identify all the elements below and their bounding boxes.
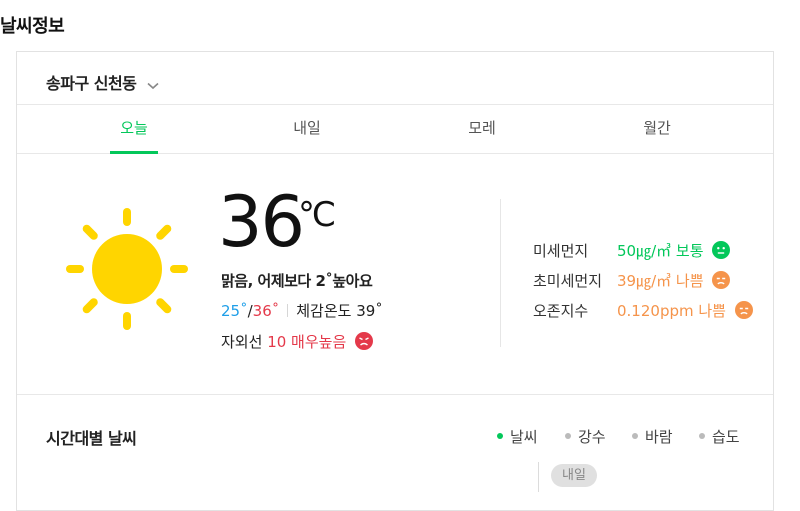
dot-icon bbox=[497, 433, 503, 439]
neutral-face-icon bbox=[712, 241, 731, 259]
tab-tomorrow[interactable]: 내일 bbox=[283, 105, 331, 153]
ozone-row: 오존지수 0.120ppm 나쁨 bbox=[533, 300, 753, 321]
day-tabs: 오늘 내일 모레 월간 bbox=[17, 104, 773, 154]
min-max-temperature: 25˚/36˚ 체감온도 39˚ bbox=[221, 300, 383, 321]
ozone-value-text: 0.120ppm 나쁨 bbox=[617, 302, 726, 320]
legend-humidity-label: 습도 bbox=[712, 428, 740, 446]
hourly-weather-title: 시간대별 날씨 bbox=[46, 429, 137, 448]
chevron-down-icon bbox=[147, 75, 160, 94]
uv-label: 자외선 bbox=[221, 333, 263, 351]
section-title: 날씨정보 bbox=[0, 16, 65, 37]
dot-icon bbox=[699, 433, 705, 439]
timeline-divider bbox=[538, 462, 539, 492]
dot-icon bbox=[632, 433, 638, 439]
tab-today[interactable]: 오늘 bbox=[110, 105, 158, 154]
legend-precipitation-label: 강수 bbox=[578, 428, 606, 446]
legend-wind[interactable]: 바람 bbox=[632, 426, 673, 447]
location-name: 송파구 신천동 bbox=[46, 74, 137, 93]
bad-face-icon bbox=[734, 301, 753, 319]
legend-weather-label: 날씨 bbox=[510, 428, 538, 446]
current-temperature: 36 bbox=[218, 181, 305, 263]
weather-description: 맑음, 어제보다 2˚높아요 bbox=[221, 272, 373, 290]
max-temperature: 36˚ bbox=[252, 302, 280, 320]
uv-index: 자외선 10 매우높음 bbox=[221, 331, 374, 352]
ultra-fine-dust-value: 39㎍/㎥ 나쁨 bbox=[617, 270, 731, 291]
location-selector[interactable]: 송파구 신천동 bbox=[46, 70, 160, 94]
ozone-label: 오존지수 bbox=[533, 302, 589, 320]
dot-icon bbox=[565, 433, 571, 439]
legend-wind-label: 바람 bbox=[645, 428, 673, 446]
uv-value: 10 매우높음 bbox=[267, 333, 347, 351]
legend-weather[interactable]: 날씨 bbox=[497, 426, 538, 447]
sun-icon bbox=[66, 208, 188, 330]
section-divider bbox=[500, 199, 501, 347]
ultra-fine-dust-value-text: 39㎍/㎥ 나쁨 bbox=[617, 272, 704, 290]
bad-face-icon bbox=[712, 271, 731, 289]
legend-precipitation[interactable]: 강수 bbox=[565, 426, 606, 447]
fine-dust-value-text: 50㎍/㎥ 보통 bbox=[617, 242, 704, 260]
tomorrow-badge: 내일 bbox=[551, 464, 597, 487]
fine-dust-value: 50㎍/㎥ 보통 bbox=[617, 240, 731, 261]
legend-humidity[interactable]: 습도 bbox=[699, 426, 740, 447]
min-temperature: 25˚ bbox=[221, 302, 248, 320]
ultra-fine-dust-label: 초미세먼지 bbox=[533, 272, 603, 290]
fine-dust-label: 미세먼지 bbox=[533, 242, 589, 260]
fine-dust-row: 미세먼지 50㎍/㎥ 보통 bbox=[533, 240, 731, 261]
ultra-fine-dust-row: 초미세먼지 39㎍/㎥ 나쁨 bbox=[533, 270, 731, 291]
very-bad-face-icon bbox=[355, 332, 374, 350]
feels-like: 체감온도 39˚ bbox=[296, 302, 383, 320]
divider bbox=[287, 304, 289, 317]
temperature-unit: ℃ bbox=[298, 195, 337, 235]
tab-day-after[interactable]: 모레 bbox=[458, 105, 506, 153]
section-divider bbox=[17, 394, 773, 395]
ozone-value: 0.120ppm 나쁨 bbox=[617, 300, 753, 321]
tab-monthly[interactable]: 월간 bbox=[633, 105, 681, 153]
